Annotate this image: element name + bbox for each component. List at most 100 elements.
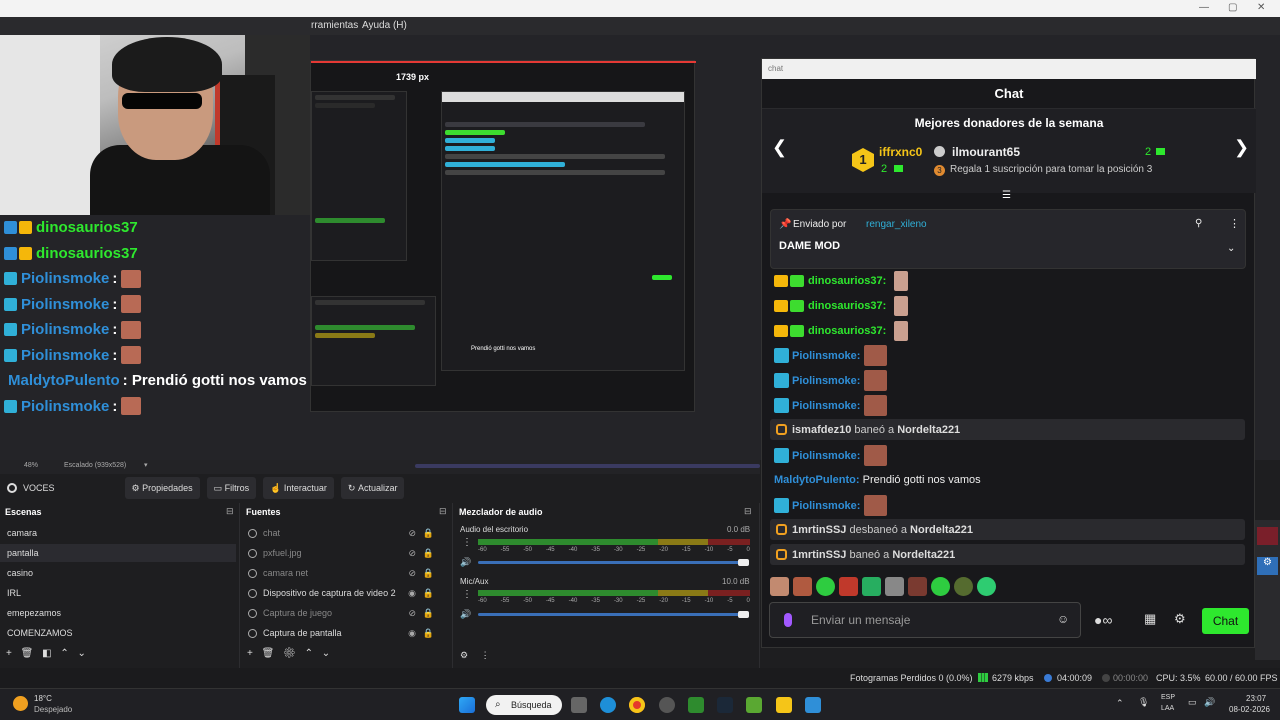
scene-item[interactable]: COMENZAMOS (0, 624, 236, 642)
gear-icon[interactable]: ⚙ (283, 648, 296, 659)
gear-icon[interactable]: ⚙ (1174, 611, 1186, 627)
refresh-button[interactable]: ↻ Actualizar (340, 477, 405, 499)
task-view-icon[interactable] (571, 697, 587, 713)
emote[interactable] (885, 577, 904, 596)
chevron-up-icon[interactable]: ⌃ (305, 648, 313, 659)
emote[interactable] (839, 577, 858, 596)
chevron-down-icon[interactable]: ⌄ (78, 648, 86, 659)
advanced-audio-icon[interactable]: ⚙ (460, 650, 468, 660)
emote[interactable] (770, 577, 789, 596)
taskbar-search[interactable]: ⌕ Búsqueda (486, 695, 562, 715)
store-icon[interactable]: ▦ (1144, 611, 1156, 627)
lock-icon[interactable]: 🔒 (423, 624, 434, 642)
clock-time[interactable]: 23:07 (1246, 694, 1266, 703)
network-icon[interactable]: ▭ (1188, 697, 1197, 708)
source-item[interactable]: Captura de juego ⊘ 🔒 (241, 604, 446, 622)
chevron-left-icon[interactable]: ❮ (772, 137, 787, 158)
speaker-icon[interactable]: 🔊 (460, 557, 471, 568)
chevron-up-icon[interactable]: ⌃ (60, 648, 68, 659)
dock-menu-icon[interactable]: ⊟ (226, 506, 234, 517)
file-explorer-icon[interactable] (776, 697, 792, 713)
emote[interactable] (816, 577, 835, 596)
windows-start-icon[interactable] (459, 697, 475, 713)
microphone-icon[interactable]: 🎙 (1138, 697, 1149, 708)
desktop-audio-volume-slider[interactable] (478, 561, 746, 564)
minimize-icon[interactable]: — (1199, 2, 1209, 13)
lock-icon[interactable]: 🔒 (423, 604, 434, 622)
clock-date[interactable]: 08-02-2026 (1229, 705, 1270, 714)
microphone-icon[interactable] (784, 613, 792, 627)
chevron-down-icon[interactable]: ⌄ (1227, 243, 1235, 254)
trash-icon[interactable]: 🗑 (262, 648, 275, 659)
more-icon[interactable]: ⋮ (1229, 217, 1240, 230)
obs-icon[interactable] (659, 697, 675, 713)
close-icon[interactable]: ✕ (1257, 2, 1265, 13)
slider-handle[interactable] (738, 611, 749, 618)
filters-button[interactable]: ▭ Filtros (206, 477, 257, 499)
chevron-down-icon[interactable]: ⌄ (322, 648, 330, 659)
lock-icon[interactable]: 🔒 (423, 524, 434, 542)
properties-button[interactable]: ⚙ Propiedades (124, 477, 200, 499)
eye-off-icon[interactable]: ⊘ (408, 544, 416, 562)
lock-icon[interactable]: 🔒 (423, 584, 434, 602)
scene-item[interactable]: emepezamos (0, 604, 236, 622)
maximize-icon[interactable]: ▢ (1228, 2, 1237, 13)
emote[interactable] (931, 577, 950, 596)
minecraft-icon[interactable] (746, 697, 762, 713)
emote[interactable] (793, 577, 812, 596)
volume-icon[interactable]: 🔊 (1204, 697, 1215, 708)
eye-off-icon[interactable]: ⊘ (408, 524, 416, 542)
dock-menu-icon[interactable]: ⊟ (439, 506, 447, 517)
source-item[interactable]: chat ⊘ 🔒 (241, 524, 446, 542)
source-item[interactable]: pxfuel.jpg ⊘ 🔒 (241, 544, 446, 562)
zoom-level[interactable]: 48% (24, 462, 38, 469)
emote[interactable] (977, 577, 996, 596)
trash-icon[interactable]: 🗑 (21, 648, 34, 659)
source-item[interactable]: Captura de pantalla ◉ 🔒 (241, 624, 446, 642)
emoji-icon[interactable]: ☺ (1057, 612, 1069, 626)
menu-tools[interactable]: rramientas (311, 20, 358, 31)
add-icon[interactable]: + (6, 648, 12, 659)
dock-menu-icon[interactable]: ⊟ (744, 506, 752, 517)
lock-icon[interactable]: 🔒 (423, 564, 434, 582)
eye-icon[interactable]: ◉ (408, 624, 416, 642)
horizontal-scrollbar[interactable] (415, 464, 760, 468)
scene-item[interactable]: casino (0, 564, 236, 582)
language-secondary[interactable]: LAA (1161, 705, 1174, 712)
source-item[interactable]: Dispositivo de captura de video 2 ◉ 🔒 (241, 584, 446, 602)
infinity-icon[interactable]: ●∞ (1094, 612, 1112, 628)
chat-input[interactable]: Enviar un mensaje ☺ (769, 602, 1081, 638)
more-icon[interactable]: ⋮ (462, 537, 472, 548)
menu-help[interactable]: Ayuda (H) (362, 20, 407, 31)
speaker-icon[interactable]: 🔊 (460, 609, 471, 620)
paint-icon[interactable] (805, 697, 821, 713)
chrome-icon[interactable] (629, 697, 645, 713)
edge-icon[interactable] (600, 697, 616, 713)
source-item[interactable]: camara net ⊘ 🔒 (241, 564, 446, 582)
tray-chevron-icon[interactable]: ⌃ (1116, 698, 1124, 709)
more-icon[interactable]: ⋮ (462, 589, 472, 600)
emote[interactable] (908, 577, 927, 596)
xbox-icon[interactable] (688, 697, 704, 713)
eye-off-icon[interactable]: ⊘ (408, 604, 416, 622)
language-primary[interactable]: ESP (1161, 694, 1175, 701)
filter-icon[interactable]: ◧ (42, 648, 51, 659)
chat-send-button[interactable]: Chat (1202, 608, 1249, 634)
chevron-right-icon[interactable]: ❯ (1234, 137, 1249, 158)
emote[interactable] (862, 577, 881, 596)
more-icon[interactable]: ⋮ (481, 650, 490, 660)
add-icon[interactable]: + (247, 648, 253, 659)
slider-handle[interactable] (738, 559, 749, 566)
eye-off-icon[interactable]: ⊘ (408, 564, 416, 582)
scene-item[interactable]: IRL (0, 584, 236, 602)
eye-icon[interactable]: ◉ (408, 584, 416, 602)
interact-button[interactable]: ☝ Interactuar (263, 477, 334, 499)
steam-icon[interactable] (717, 697, 733, 713)
scene-item[interactable]: pantalla (0, 544, 236, 562)
chevron-down-icon[interactable]: ▾ (144, 461, 148, 469)
lock-icon[interactable]: 🔒 (423, 544, 434, 562)
weather-icon[interactable] (13, 696, 28, 711)
collapse-icon[interactable]: ☰ (1002, 190, 1011, 201)
scene-item[interactable]: camara (0, 524, 236, 542)
gear-icon[interactable]: ⚙ (1257, 557, 1278, 575)
